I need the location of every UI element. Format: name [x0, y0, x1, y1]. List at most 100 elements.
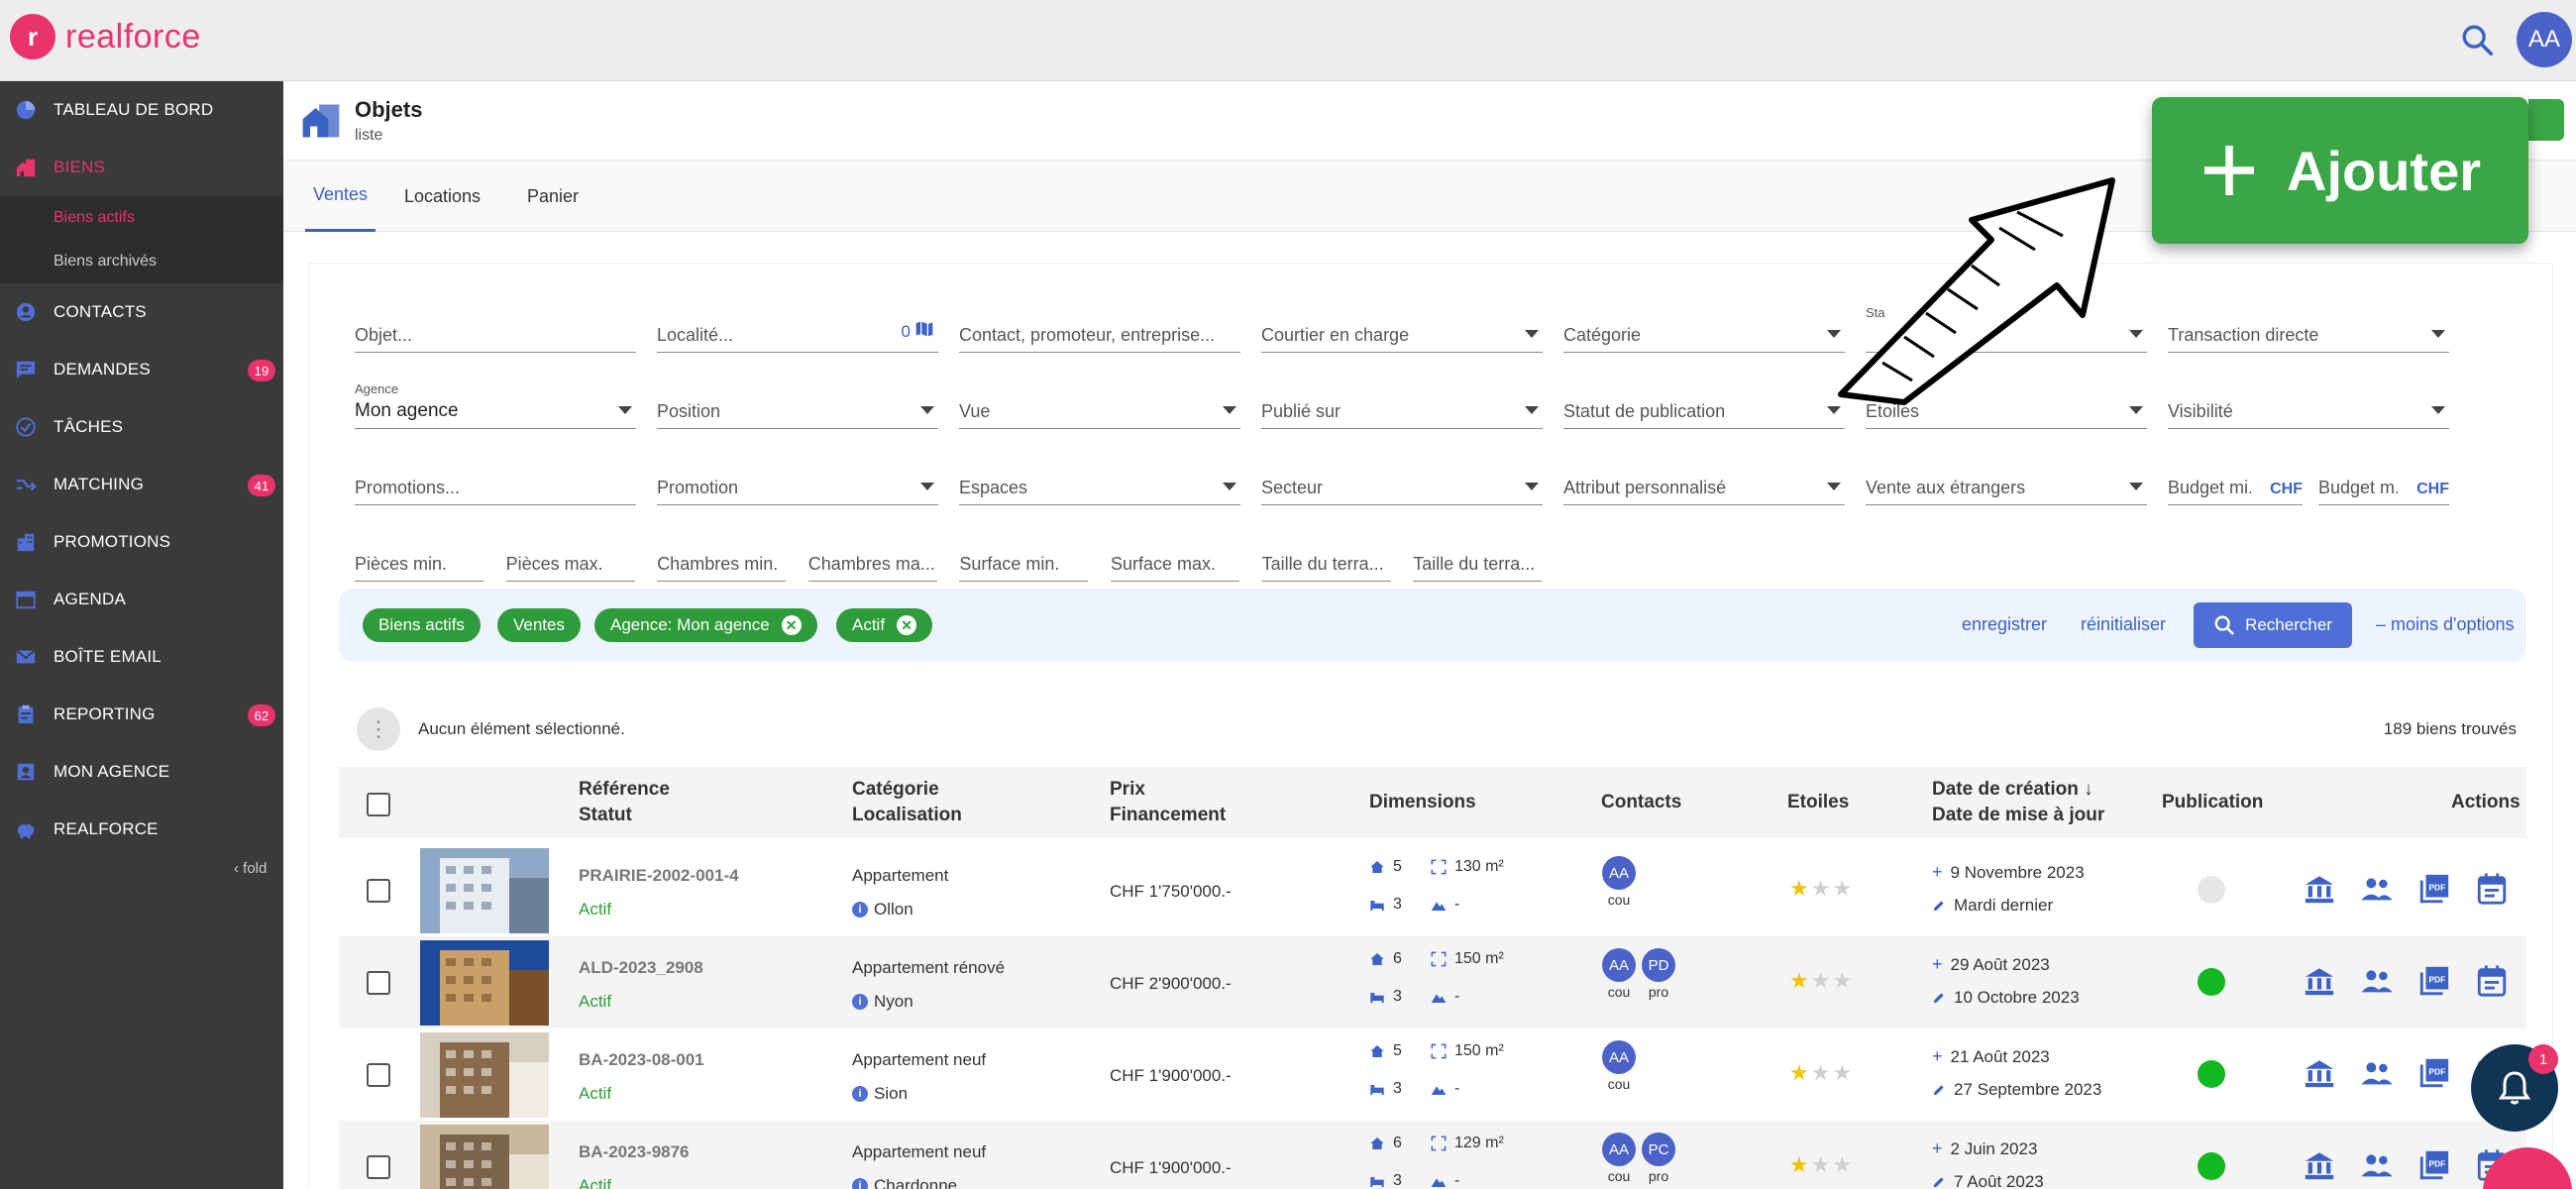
people-icon[interactable]	[2360, 1148, 2396, 1184]
sidebar-item-contacts[interactable]: CONTACTS	[0, 283, 283, 341]
reference-link[interactable]: ALD-2023_2908	[579, 958, 703, 978]
pdf-icon[interactable]: PDF	[2417, 872, 2453, 908]
contact-avatar[interactable]: AA cou	[1601, 1133, 1637, 1184]
info-icon[interactable]: i	[852, 1086, 868, 1102]
sidebar-item-matching[interactable]: MATCHING 41	[0, 456, 283, 513]
sidebar-item-mon-agence[interactable]: MON AGENCE	[0, 743, 283, 801]
publie-select[interactable]: Publié sur	[1261, 389, 1543, 429]
transaction-select[interactable]: Transaction directe	[2168, 313, 2449, 353]
reference-link[interactable]: BA-2023-9876	[579, 1142, 690, 1162]
row-checkbox[interactable]	[367, 1155, 390, 1179]
star-icon[interactable]: ★	[1832, 968, 1852, 994]
chambres-min-input[interactable]: Chambres min.	[657, 542, 787, 582]
sidebar-item-biens[interactable]: BIENS	[0, 139, 283, 196]
sidebar-item-t-ches[interactable]: TÂCHES	[0, 398, 283, 456]
chip-biens-actifs[interactable]: Biens actifs	[363, 608, 481, 642]
pdf-icon[interactable]: PDF	[2417, 1148, 2453, 1184]
table-row[interactable]: PRAIRIE-2002-001-4 Actif Appartement i Ollon…	[339, 844, 2526, 936]
visibilite-select[interactable]: Visibilité	[2168, 389, 2449, 429]
statut-publication-select[interactable]: Statut de publication	[1563, 389, 1845, 429]
table-row[interactable]: BA-2023-9876 Actif Appartement neuf i Chardo…	[339, 1121, 2526, 1189]
star-icon[interactable]: ★	[1811, 1060, 1831, 1086]
property-thumbnail[interactable]	[420, 1032, 549, 1118]
add-button[interactable]: Ajouter	[2152, 97, 2528, 244]
bank-icon[interactable]	[2303, 1148, 2338, 1184]
col-contacts[interactable]: Contacts	[1601, 790, 1681, 815]
row-checkbox[interactable]	[367, 879, 390, 903]
save-search-link[interactable]: enregistrer	[1962, 614, 2047, 635]
more-vert-icon[interactable]: ⋮	[357, 707, 400, 751]
contact-avatar[interactable]: AA cou	[1601, 1040, 1637, 1092]
espaces-select[interactable]: Espaces	[959, 466, 1240, 505]
secteur-select[interactable]: Secteur	[1261, 466, 1543, 505]
surface-max-input[interactable]: Surface max.	[1111, 542, 1239, 582]
property-thumbnail[interactable]	[420, 940, 549, 1026]
star-icon[interactable]: ★	[1832, 876, 1852, 902]
table-row[interactable]: ALD-2023_2908 Actif Appartement rénové i Nyo…	[339, 936, 2526, 1028]
pieces-max-input[interactable]: Pièces max.	[505, 542, 635, 582]
reference-link[interactable]: BA-2023-08-001	[579, 1050, 704, 1070]
contact-avatar[interactable]: AA cou	[1601, 856, 1637, 908]
col-categorie[interactable]: Catégorie Localisation	[852, 777, 962, 828]
col-prix[interactable]: Prix Financement	[1110, 777, 1226, 828]
sidebar-item-agenda[interactable]: AGENDA	[0, 571, 283, 628]
less-options-link[interactable]: – moins d'options	[2376, 614, 2515, 635]
star-icon[interactable]: ★	[1832, 1060, 1852, 1086]
star-rating[interactable]: ★ ★ ★	[1789, 1060, 1852, 1086]
col-etoiles[interactable]: Etoiles	[1787, 790, 1849, 815]
star-rating[interactable]: ★ ★ ★	[1789, 968, 1852, 994]
star-rating[interactable]: ★ ★ ★	[1789, 876, 1852, 902]
map-icon[interactable]	[914, 319, 934, 344]
star-icon[interactable]: ★	[1811, 968, 1831, 994]
bank-icon[interactable]	[2303, 1056, 2338, 1092]
info-icon[interactable]: i	[852, 994, 868, 1010]
pieces-min-input[interactable]: Pièces min.	[355, 542, 483, 582]
chip-remove-icon[interactable]: ✕	[897, 615, 917, 635]
promotion-select[interactable]: Promotion	[657, 466, 938, 505]
fold-sidebar-button[interactable]: ‹ fold	[234, 860, 267, 877]
star-icon[interactable]: ★	[1789, 1152, 1809, 1178]
sidebar-item-tableau-de-bord[interactable]: TABLEAU DE BORD	[0, 81, 283, 139]
star-icon[interactable]: ★	[1789, 968, 1809, 994]
objet-input[interactable]: Objet...	[355, 313, 636, 353]
tab-ventes[interactable]: Ventes	[305, 161, 376, 232]
categorie-select[interactable]: Catégorie	[1563, 313, 1845, 353]
user-avatar[interactable]: AA	[2517, 12, 2572, 67]
col-publication[interactable]: Publication	[2162, 790, 2263, 815]
people-icon[interactable]	[2360, 1056, 2396, 1092]
table-row[interactable]: BA-2023-08-001 Actif Appartement neuf i Sion…	[339, 1028, 2526, 1121]
terrain-min-input[interactable]: Taille du terra...	[1261, 542, 1391, 582]
publication-status-dot[interactable]	[2198, 876, 2225, 904]
reset-link[interactable]: réinitialiser	[2081, 614, 2166, 635]
reference-link[interactable]: PRAIRIE-2002-001-4	[579, 866, 739, 886]
row-checkbox[interactable]	[367, 1063, 390, 1087]
budget-max-input[interactable]: Budget m... CHF	[2318, 466, 2449, 505]
pdf-icon[interactable]: PDF	[2417, 964, 2453, 1000]
publication-status-dot[interactable]	[2198, 968, 2225, 996]
search-button[interactable]: Rechercher	[2194, 602, 2352, 648]
chambres-max-input[interactable]: Chambres ma...	[807, 542, 937, 582]
row-checkbox[interactable]	[367, 971, 390, 995]
sidebar-item-promotions[interactable]: PROMOTIONS	[0, 513, 283, 571]
people-icon[interactable]	[2360, 872, 2396, 908]
contact-input[interactable]: Contact, promoteur, entreprise...	[959, 313, 1240, 353]
chip-agence[interactable]: Agence: Mon agence ✕	[594, 608, 817, 642]
contact-avatar[interactable]: PC pro	[1641, 1133, 1676, 1184]
sidebar-item-demandes[interactable]: DEMANDES 19	[0, 341, 283, 398]
calendar-icon[interactable]	[2475, 964, 2511, 1000]
bank-icon[interactable]	[2303, 872, 2338, 908]
contact-avatar[interactable]: AA cou	[1601, 948, 1637, 1000]
col-dimensions[interactable]: Dimensions	[1369, 790, 1476, 815]
terrain-max-input[interactable]: Taille du terra...	[1413, 542, 1543, 582]
pdf-icon[interactable]: PDF	[2417, 1056, 2453, 1092]
sidebar-subitem-biens-archives[interactable]: Biens archivés	[0, 240, 283, 283]
agence-select[interactable]: Agence Mon agence	[355, 381, 636, 429]
logo[interactable]: r realforce	[10, 14, 201, 59]
select-all-checkbox[interactable]	[367, 793, 390, 816]
sidebar-item-bo-te-email[interactable]: BOÎTE EMAIL	[0, 628, 283, 686]
star-icon[interactable]: ★	[1789, 1060, 1809, 1086]
tab-panier[interactable]: Panier	[527, 161, 579, 232]
attribut-select[interactable]: Attribut personnalisé	[1563, 466, 1845, 505]
chip-remove-icon[interactable]: ✕	[781, 615, 802, 635]
star-rating[interactable]: ★ ★ ★	[1789, 1152, 1852, 1178]
